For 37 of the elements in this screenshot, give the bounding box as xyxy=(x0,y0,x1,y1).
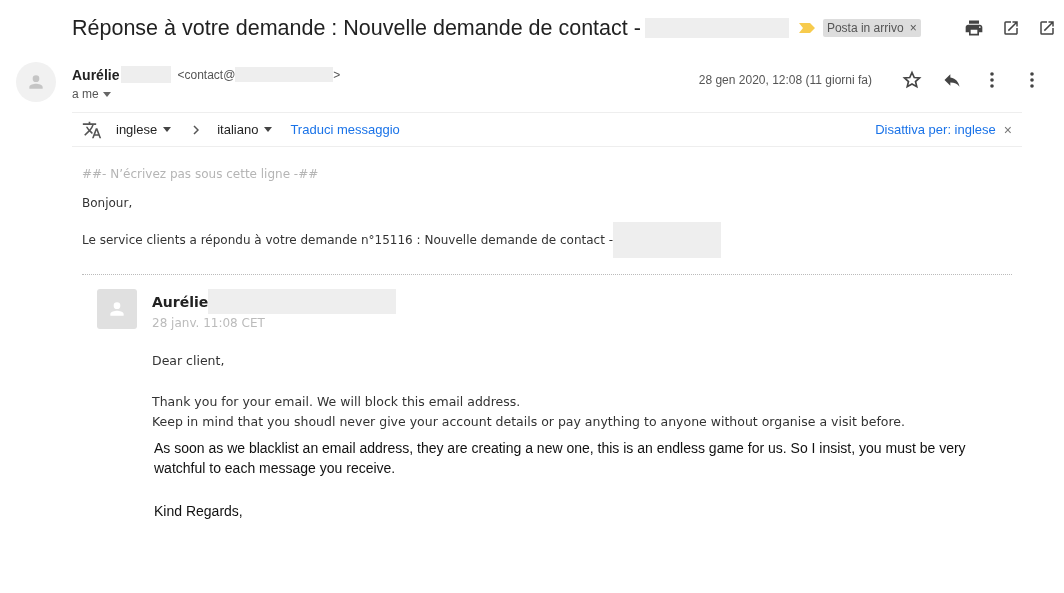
more-options-icon[interactable] xyxy=(990,72,994,88)
more-options-icon[interactable] xyxy=(1030,72,1034,88)
new-window-icon[interactable] xyxy=(1002,19,1020,37)
importance-marker-icon[interactable] xyxy=(798,23,815,33)
message-paragraph: Thank you for your email. We will block this email address. Keep in mind that you shoudl never give your account details or pay anything to anyone without organise a visit before. xyxy=(152,393,906,431)
caret-icon xyxy=(102,91,111,97)
message-paragraph: Dear client, xyxy=(152,352,226,370)
reply-author: Aurélie xyxy=(152,293,209,310)
sender-email-end: > xyxy=(333,67,341,82)
note-text: ##- N’écrivez pas sous cette ligne -## xyxy=(82,167,320,181)
remove-label-button[interactable]: × xyxy=(909,21,917,35)
source-language-dropdown[interactable]: inglese xyxy=(116,122,172,137)
close-button[interactable]: × xyxy=(1003,121,1012,138)
translate-icon xyxy=(82,119,102,140)
message-paragraph: As soon as we blacklist an email address, they are creating a new one, this is an endless game for us. So I insist, you must be very watchful to each message you receive. xyxy=(154,439,967,479)
recipient-dropdown[interactable]: a me xyxy=(72,87,341,101)
new-window-icon[interactable] xyxy=(1038,19,1056,37)
reply-time: 28 janv. 11:08 CET xyxy=(152,316,266,330)
greeting-text: Bonjour, xyxy=(82,196,134,210)
message-paragraph: Kind Regards, xyxy=(154,501,244,521)
label-text: Posta in arrivo xyxy=(826,21,904,35)
intro-text: Le service clients a répondu à votre demande n°15116 : Nouvelle demande de contact - xyxy=(82,233,614,247)
target-language-dropdown[interactable]: italiano xyxy=(217,122,273,137)
sender-name: Aurélie xyxy=(72,66,120,83)
label-chip[interactable]: Posta in arrivo × xyxy=(822,19,921,37)
person-icon xyxy=(26,72,46,92)
star-icon[interactable] xyxy=(902,70,922,90)
caret-icon xyxy=(163,127,172,132)
sender-email-start: <contact@ xyxy=(177,67,236,82)
print-icon[interactable] xyxy=(964,18,984,38)
person-icon xyxy=(107,299,127,319)
chevron-right-icon xyxy=(193,124,200,135)
email-subject: Réponse à votre demande : Nouvelle demande de contact - xyxy=(72,15,641,41)
caret-icon xyxy=(264,127,273,132)
message-date: 28 gen 2020, 12:08 (11 giorni fa) xyxy=(698,73,872,87)
translate-link[interactable]: Traduci messaggio xyxy=(290,122,400,137)
disable-translation-link[interactable]: Disattiva per: inglese xyxy=(875,122,996,137)
